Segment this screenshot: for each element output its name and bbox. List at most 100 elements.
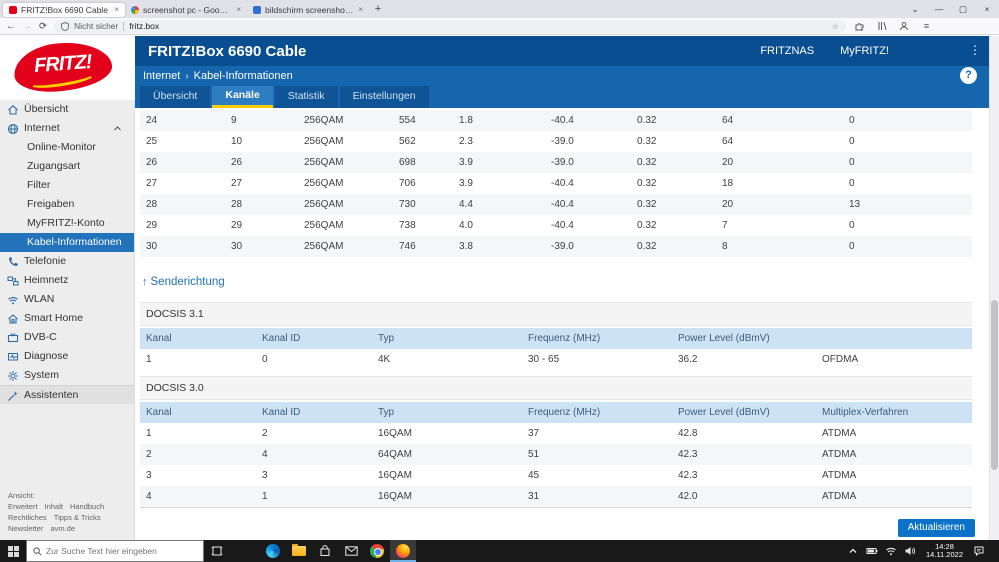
menu-icon[interactable]: ≡ [919, 21, 934, 31]
new-tab-button[interactable]: + [369, 3, 387, 15]
sidebar-item-heimnetz[interactable]: Heimnetz [0, 271, 134, 290]
footer-link-tipps[interactable]: Tipps & Tricks [54, 513, 101, 522]
sidebar-item-telefonie[interactable]: Telefonie [0, 252, 134, 271]
sidebar-item-internet[interactable]: Internet [0, 119, 134, 138]
sidebar-item-system[interactable]: System [0, 366, 134, 385]
file-explorer-app-button[interactable] [286, 540, 312, 562]
table-cell: 64QAM [378, 449, 412, 460]
table-cell: 30 [146, 241, 158, 252]
refresh-button[interactable]: Aktualisieren [897, 519, 975, 537]
edge-icon [266, 544, 280, 558]
chrome-app-button[interactable] [364, 540, 390, 562]
sidebar-item-dvb-c[interactable]: DVB-C [0, 328, 134, 347]
footer-link-handbuch[interactable]: Handbuch [70, 502, 104, 511]
table-cell: -39.0 [551, 241, 574, 252]
table-cell: 37 [528, 428, 540, 439]
window-maximize-button[interactable]: ▢ [951, 0, 975, 18]
store-app-button[interactable] [312, 540, 338, 562]
browser-tab-screenshot[interactable]: bildschirm screenshot erstellen × [247, 3, 369, 17]
footer-link-newsletter[interactable]: Newsletter [8, 524, 43, 533]
table-row: 28 28 256QAM 730 4.4 -40.4 0.32 20 13 [140, 194, 972, 215]
tray-wifi-icon[interactable] [885, 545, 897, 557]
fritz-logo-blob: FRITZ! [12, 39, 114, 95]
fritzbox-app: FRITZ! FRITZ!Box 6690 Cable FRITZNAS MyF… [0, 36, 999, 540]
start-button[interactable] [0, 540, 26, 562]
tab-einstellungen[interactable]: Einstellungen [339, 86, 429, 108]
scrollbar-thumb[interactable] [991, 300, 998, 470]
fritz-favicon-icon [9, 5, 17, 14]
edge-app-button[interactable] [260, 540, 286, 562]
table-cell: 30 - 65 [528, 354, 560, 365]
table-cell: 256QAM [304, 178, 344, 189]
wifi-icon [8, 296, 18, 304]
reload-button[interactable]: ⟳ [39, 21, 47, 32]
library-icon[interactable] [875, 21, 890, 32]
taskbar-clock[interactable]: 14:28 14.11.2022 [923, 542, 966, 560]
sidebar-item-diagnose[interactable]: Diagnose [0, 347, 134, 366]
fritznas-link[interactable]: FRITZNAS [760, 45, 814, 57]
tab-list-chevron-icon[interactable]: ⌄ [903, 0, 927, 18]
tab-uebersicht[interactable]: Übersicht [140, 86, 211, 108]
sidebar-item-label: Smart Home [24, 312, 83, 324]
taskbar-search[interactable] [26, 540, 204, 562]
breadcrumb-section[interactable]: Internet [143, 70, 180, 82]
close-tab-icon[interactable]: × [358, 5, 363, 14]
myfritz-link[interactable]: MyFRITZ! [840, 45, 889, 57]
browser-tab-google-search[interactable]: screenshot pc - Google Suche × [125, 3, 247, 17]
footer-link-avmde[interactable]: avm.de [50, 524, 75, 533]
help-button[interactable]: ? [960, 67, 977, 84]
browser-tab-fritzbox[interactable]: FRITZ!Box 6690 Cable × [3, 2, 125, 17]
footer-link-rechtliches[interactable]: Rechtliches [8, 513, 47, 522]
table-cell: 256QAM [304, 136, 344, 147]
sidebar: Übersicht Internet Online-Monitor Zugang… [0, 100, 135, 540]
sidebar-item-online-monitor[interactable]: Online-Monitor [0, 138, 134, 157]
table-row: 4 1 16QAM 31 42.0 ATDMA [140, 486, 972, 507]
back-button[interactable]: ← [6, 21, 16, 32]
tab-kanaele[interactable]: Kanäle [212, 86, 273, 108]
table-row: Kanal Kanal ID Typ Frequenz (MHz) Power Leve… [140, 328, 972, 349]
clock-date: 14.11.2022 [926, 550, 963, 559]
screenshot-favicon-icon [253, 5, 261, 14]
search-input[interactable] [46, 546, 186, 556]
table-cell: 7 [722, 220, 728, 231]
close-tab-icon[interactable]: × [236, 5, 241, 14]
mail-app-button[interactable] [338, 540, 364, 562]
main-content: 24 9 256QAM 554 1.8 -40.4 0.32 64 0 25 10 256QAM 562… [135, 108, 989, 540]
google-favicon-icon [131, 5, 139, 14]
action-center-icon[interactable] [973, 545, 985, 557]
bookmark-star-icon[interactable]: ☆ [832, 22, 839, 31]
sidebar-item-label: Übersicht [24, 103, 69, 115]
tray-chevron-up-icon[interactable] [847, 545, 859, 557]
task-view-button[interactable] [204, 540, 230, 562]
table-row: 24 9 256QAM 554 1.8 -40.4 0.32 64 0 [140, 110, 972, 131]
table-cell: 1.8 [459, 115, 473, 126]
table-cell: Power Level (dBmV) [678, 333, 770, 344]
table-cell: 0 [262, 354, 268, 365]
address-bar[interactable]: Nicht sicher fritz.box ☆ [53, 19, 846, 33]
sidebar-item-zugangsart[interactable]: Zugangsart [0, 157, 134, 176]
sidebar-item-myfritz-konto[interactable]: MyFRITZ!-Konto [0, 214, 134, 233]
sidebar-item-filter[interactable]: Filter [0, 176, 134, 195]
firefox-app-button[interactable] [390, 540, 416, 562]
volume-icon[interactable] [904, 545, 916, 557]
close-tab-icon[interactable]: × [114, 5, 119, 14]
tab-statistik[interactable]: Statistik [274, 86, 338, 108]
window-close-button[interactable]: × [975, 0, 999, 18]
sidebar-item-wlan[interactable]: WLAN [0, 290, 134, 309]
window-minimize-button[interactable]: — [927, 0, 951, 18]
sidebar-item-smart-home[interactable]: Smart Home [0, 309, 134, 328]
table-cell: 0 [849, 220, 855, 231]
battery-icon[interactable] [866, 545, 878, 557]
footer-link-inhalt[interactable]: Inhalt [45, 502, 63, 511]
overflow-menu-icon[interactable]: ⋮ [969, 43, 981, 57]
sidebar-item-assistenten[interactable]: Assistenten [0, 385, 134, 404]
sidebar-item-kabel-informationen[interactable]: Kabel-Informationen [0, 233, 134, 252]
footer-link-ansicht[interactable]: Ansicht: Erweitert [8, 491, 38, 511]
extensions-icon[interactable] [853, 21, 868, 32]
table-cell: 256QAM [304, 220, 344, 231]
sidebar-item-uebersicht[interactable]: Übersicht [0, 100, 134, 119]
forward-button[interactable]: → [23, 21, 33, 32]
account-icon[interactable] [897, 21, 912, 32]
sidebar-item-freigaben[interactable]: Freigaben [0, 195, 134, 214]
page-scrollbar[interactable] [989, 36, 999, 540]
